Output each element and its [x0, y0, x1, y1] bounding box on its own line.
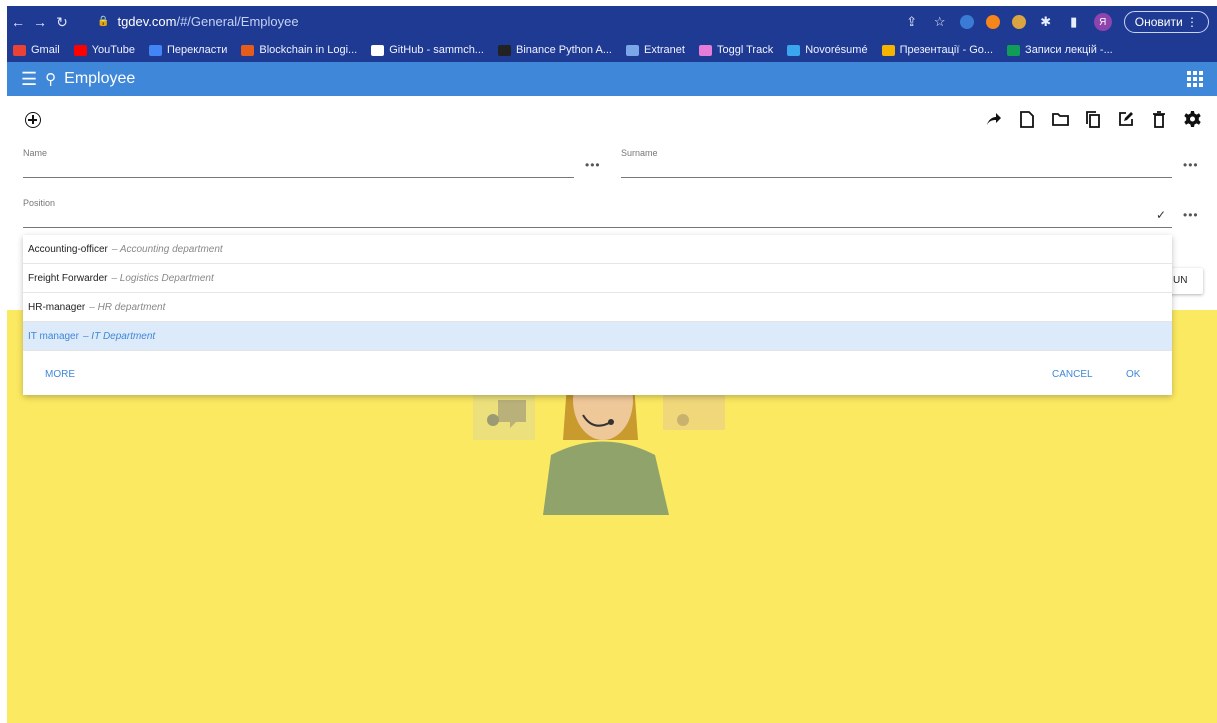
bookmark-label: GitHub - sammch... — [389, 44, 484, 56]
metamask-icon[interactable] — [985, 15, 1000, 29]
position-option[interactable]: HR-manager – HR department — [23, 293, 1172, 322]
bookmark-label: YouTube — [91, 44, 135, 56]
url-host: tgdev.com — [117, 14, 177, 29]
option-name: Accounting-officer — [28, 243, 108, 255]
bookmark-label: Toggl Track — [716, 44, 774, 56]
position-option-list: Accounting-officer – Accounting departmen… — [23, 235, 1172, 351]
url-path: /#/General/Employee — [176, 14, 299, 29]
app-header: ☰ ⚲ Employee — [7, 62, 1217, 96]
puzzle-icon[interactable]: ✱ — [1038, 14, 1054, 30]
bookmark-label: Записи лекцій -... — [1025, 44, 1113, 56]
bookmark-item[interactable]: GitHub - sammch... — [371, 44, 484, 56]
bookmark-label: Extranet — [644, 44, 685, 56]
search-icon[interactable]: ⚲ — [45, 70, 56, 88]
bookmark-item[interactable]: Binance Python A... — [497, 44, 612, 56]
partial-button-label: UN — [1173, 275, 1188, 286]
bookmark-item[interactable]: Blockchain in Logi... — [241, 44, 357, 56]
bookmark-star-icon[interactable]: ☆ — [932, 14, 948, 30]
bookmark-favicon-icon — [881, 44, 895, 56]
bookmark-favicon-icon — [73, 44, 87, 56]
bookmark-item[interactable]: Записи лекцій -... — [1007, 44, 1113, 56]
position-dropdown: Accounting-officer – Accounting departmen… — [23, 235, 1172, 395]
apps-grid-icon[interactable] — [1187, 71, 1203, 87]
position-option[interactable]: Freight Forwarder – Logistics Department — [23, 264, 1172, 293]
browser-window: ← → ↻ 🔒 tgdev.com /#/General/Employee ⇪ … — [7, 6, 1217, 723]
position-option[interactable]: IT manager – IT Department — [23, 322, 1172, 351]
bookmark-item[interactable]: Перекласти — [148, 44, 228, 56]
check-icon[interactable]: ✓ — [1156, 208, 1166, 222]
bookmark-favicon-icon — [13, 44, 26, 56]
position-field[interactable] — [23, 227, 1172, 228]
update-button[interactable]: Оновити ⋮ — [1123, 11, 1209, 33]
folder-icon[interactable] — [1051, 110, 1069, 128]
share-icon[interactable]: ⇪ — [904, 14, 920, 30]
bookmark-label: Blockchain in Logi... — [259, 44, 358, 56]
share-arrow-icon[interactable] — [985, 110, 1003, 128]
bookmark-label: Gmail — [31, 44, 60, 56]
bookmark-label: Презентації - Go... — [899, 44, 994, 56]
surname-field[interactable] — [621, 177, 1172, 178]
bookmark-favicon-icon — [148, 44, 162, 56]
bookmark-favicon-icon — [241, 44, 255, 56]
gear-icon[interactable] — [1183, 110, 1201, 128]
avatar[interactable]: Я — [1093, 13, 1112, 31]
surname-more-icon[interactable]: ••• — [1183, 158, 1199, 172]
copy-icon[interactable] — [1084, 110, 1102, 128]
bookmark-item[interactable]: Toggl Track — [698, 44, 774, 56]
cancel-button[interactable]: CANCEL — [1052, 369, 1093, 380]
page-title: Employee — [64, 70, 136, 87]
reload-icon[interactable]: ↻ — [51, 14, 73, 31]
bookmarks-bar: Gmail YouTube Перекласти Blockchain in Logi… — [7, 38, 1217, 62]
delete-icon[interactable] — [1150, 110, 1168, 128]
extension-icon[interactable] — [959, 15, 974, 29]
bookmark-label: Novorésumé — [805, 44, 868, 56]
ok-button[interactable]: OK — [1126, 369, 1140, 380]
browser-actions: ⇪ ☆ ✱ ▮ Я Оновити ⋮ — [904, 10, 1209, 34]
bookmark-item[interactable]: Презентації - Go... — [881, 44, 994, 56]
option-department: – Logistics Department — [111, 272, 214, 284]
name-label: Name — [23, 148, 48, 158]
bookmark-label: Binance Python A... — [515, 44, 612, 56]
bookmark-item[interactable]: YouTube — [73, 44, 135, 56]
more-button[interactable]: MORE — [45, 369, 75, 380]
bookmark-item[interactable]: Gmail — [13, 44, 60, 56]
option-name: IT manager — [28, 330, 79, 342]
sidepanel-icon[interactable]: ▮ — [1066, 14, 1082, 30]
option-name: Freight Forwarder — [28, 272, 108, 284]
bookmark-label: Перекласти — [166, 44, 228, 56]
bookmark-favicon-icon — [698, 44, 712, 56]
option-department: – HR department — [89, 301, 166, 313]
option-department: – IT Department — [82, 330, 156, 342]
bookmark-favicon-icon — [371, 44, 385, 56]
position-option[interactable]: Accounting-officer – Accounting departmen… — [23, 235, 1172, 264]
forward-icon[interactable]: → — [29, 14, 51, 30]
bookmark-item[interactable]: Extranet — [626, 44, 685, 56]
bookmark-favicon-icon — [626, 44, 639, 56]
address-bar[interactable]: 🔒 tgdev.com /#/General/Employee — [97, 10, 927, 33]
bookmark-item[interactable]: Novorésumé — [787, 44, 868, 56]
add-circle-icon[interactable] — [25, 112, 41, 128]
bookmark-favicon-icon — [1007, 44, 1021, 56]
name-field[interactable] — [23, 177, 574, 178]
browser-toolbar: ← → ↻ 🔒 tgdev.com /#/General/Employee ⇪ … — [7, 6, 1217, 38]
name-more-icon[interactable]: ••• — [585, 158, 601, 172]
position-label: Position — [23, 198, 56, 208]
new-document-icon[interactable] — [1018, 110, 1036, 128]
bookmark-favicon-icon — [497, 44, 511, 56]
surname-label: Surname — [621, 148, 658, 158]
edit-icon[interactable] — [1117, 110, 1135, 128]
dropdown-actions: MORE CANCEL OK — [23, 355, 1172, 395]
update-button-label: Оновити — [1134, 15, 1183, 29]
bookmark-favicon-icon — [787, 44, 801, 56]
partial-button[interactable]: UN — [1167, 268, 1203, 294]
option-department: – Accounting department — [111, 243, 223, 255]
menu-icon[interactable]: ☰ — [21, 69, 37, 90]
extension-icon[interactable] — [1011, 15, 1026, 29]
option-name: HR-manager — [28, 301, 86, 313]
lock-icon: 🔒 — [97, 16, 110, 27]
record-toolbar — [985, 110, 1201, 128]
back-icon[interactable]: ← — [7, 14, 29, 30]
position-more-icon[interactable]: ••• — [1183, 208, 1199, 222]
